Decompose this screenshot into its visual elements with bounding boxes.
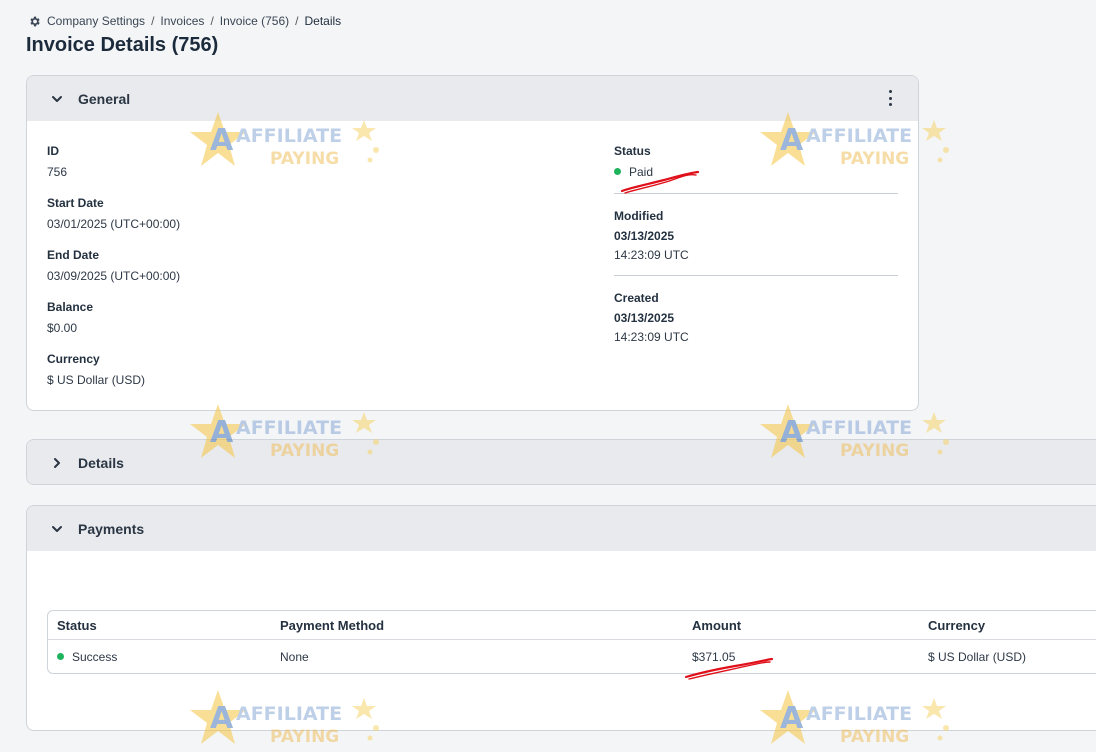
more-options-icon[interactable] xyxy=(882,90,898,106)
page-title: Invoice Details (756) xyxy=(26,34,219,56)
general-header-label: General xyxy=(78,90,131,107)
divider xyxy=(614,275,898,276)
table-row[interactable]: Success None $371.05 $ US Dollar (USD) xyxy=(48,640,1096,673)
payments-header[interactable]: Payments xyxy=(27,506,1096,551)
row-amount: $371.05 xyxy=(692,650,736,664)
row-currency: $ US Dollar (USD) xyxy=(928,650,1027,664)
modified-label: Modified xyxy=(614,209,664,223)
divider xyxy=(614,193,898,194)
currency-label: Currency xyxy=(47,352,100,366)
id-value: 756 xyxy=(47,165,68,179)
general-card: General ID 756 Start Date 03/01/2025 (UT… xyxy=(26,75,919,411)
breadcrumb-separator: / xyxy=(295,14,299,28)
column-amount[interactable]: Amount xyxy=(692,618,741,633)
payments-card: Payments Status Payment Method Amount Cu… xyxy=(26,505,1096,731)
currency-value: $ US Dollar (USD) xyxy=(47,373,146,387)
watermark-line1: AFFILIATE xyxy=(806,417,912,439)
end-date-label: End Date xyxy=(47,248,100,262)
row-status-text: Success xyxy=(72,650,118,664)
chevron-down-icon xyxy=(49,91,65,107)
start-date-value: 03/01/2025 (UTC+00:00) xyxy=(47,217,181,231)
breadcrumb-company-settings[interactable]: Company Settings xyxy=(47,14,145,28)
modified-time: 14:23:09 UTC xyxy=(614,248,689,262)
column-currency[interactable]: Currency xyxy=(928,618,985,633)
breadcrumb-invoice[interactable]: Invoice (756) xyxy=(220,14,289,28)
modified-date: 03/13/2025 xyxy=(614,229,675,243)
created-label: Created xyxy=(614,291,659,305)
end-date-value: 03/09/2025 (UTC+00:00) xyxy=(47,269,181,283)
chevron-right-icon xyxy=(49,455,65,471)
created-time: 14:23:09 UTC xyxy=(614,330,689,344)
breadcrumb-details: Details xyxy=(304,14,342,28)
breadcrumb-invoices[interactable]: Invoices xyxy=(160,14,204,28)
details-header-label: Details xyxy=(78,454,124,471)
status-label: Status xyxy=(614,144,651,158)
row-payment-method: None xyxy=(280,650,309,664)
gear-icon xyxy=(28,15,41,28)
watermark-line1: AFFILIATE xyxy=(236,417,342,439)
payments-table: Status Payment Method Amount Currency Su… xyxy=(47,610,1096,674)
details-header[interactable]: Details xyxy=(27,440,1096,484)
breadcrumb: Company Settings / Invoices / Invoice (7… xyxy=(28,13,341,29)
details-card: Details xyxy=(26,439,1096,485)
row-status: Success xyxy=(57,650,117,664)
payments-header-label: Payments xyxy=(78,520,145,537)
status-dot-icon xyxy=(57,653,64,661)
chevron-down-icon xyxy=(49,521,65,537)
column-payment-method[interactable]: Payment Method xyxy=(280,618,384,633)
general-header[interactable]: General xyxy=(27,76,918,121)
balance-label: Balance xyxy=(47,300,94,314)
breadcrumb-separator: / xyxy=(210,14,214,28)
status-text: Paid xyxy=(629,165,654,179)
status-dot-icon xyxy=(614,168,621,176)
start-date-label: Start Date xyxy=(47,196,104,210)
balance-value: $0.00 xyxy=(47,321,78,335)
breadcrumb-separator: / xyxy=(151,14,155,28)
column-status[interactable]: Status xyxy=(57,618,97,633)
status-value: Paid xyxy=(614,165,653,179)
created-date: 03/13/2025 xyxy=(614,311,675,325)
id-label: ID xyxy=(47,144,59,158)
table-header-row: Status Payment Method Amount Currency xyxy=(48,611,1096,640)
